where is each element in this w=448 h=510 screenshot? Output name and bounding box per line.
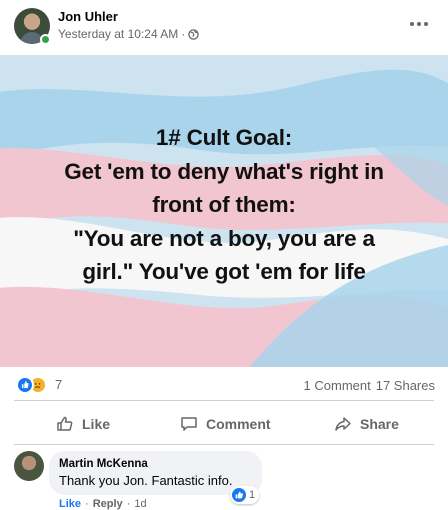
comments-count[interactable]: 1 Comment xyxy=(304,378,371,393)
comment-actions: Like · Reply · 1d xyxy=(59,498,147,510)
like-icon xyxy=(232,488,246,502)
image-text-line: Get 'em to deny what's right in xyxy=(64,158,384,184)
divider xyxy=(14,400,434,401)
like-icon xyxy=(16,376,34,394)
commenter-name[interactable]: Martin McKenna xyxy=(59,458,148,470)
image-text-line: 1# Cult Goal: xyxy=(155,125,293,150)
share-icon xyxy=(335,417,351,431)
thumbs-up-icon xyxy=(57,416,73,431)
post-header: Jon Uhler Yesterday at 10:24 AM · xyxy=(0,0,448,55)
more-options-button[interactable] xyxy=(404,14,434,34)
commenter-avatar[interactable] xyxy=(14,451,44,481)
post-image[interactable]: 1# Cult Goal: Get 'em to deny what's rig… xyxy=(0,55,448,367)
engagement-counts: 1 Comment 17 Shares xyxy=(304,378,435,393)
comment-icon xyxy=(181,417,197,431)
comment-separator: · xyxy=(126,498,131,510)
globe-icon xyxy=(188,28,200,40)
comment-separator: · xyxy=(85,498,89,510)
author-name[interactable]: Jon Uhler xyxy=(58,9,118,24)
comment-button[interactable]: Comment xyxy=(180,405,271,443)
share-button[interactable]: Share xyxy=(334,405,399,443)
reaction-count[interactable]: 7 xyxy=(55,377,62,392)
image-text-line: front of them: xyxy=(152,192,296,217)
like-button[interactable]: Like xyxy=(56,405,110,443)
image-text: 1# Cult Goal: Get 'em to deny what's rig… xyxy=(0,121,448,289)
reaction-summary[interactable] xyxy=(16,376,52,394)
comment-reaction-count: 1 xyxy=(249,489,256,501)
comment-reply-link[interactable]: Reply xyxy=(93,498,123,510)
more-icon xyxy=(410,22,414,26)
image-text-line: "You are not a boy, you are a xyxy=(73,225,375,251)
share-button-label: Share xyxy=(360,416,399,432)
shares-count[interactable]: 17 Shares xyxy=(376,378,435,393)
like-button-label: Like xyxy=(82,416,111,432)
post-stats: 7 1 Comment 17 Shares xyxy=(0,372,448,398)
post-actions: Like Comment Share xyxy=(0,405,448,443)
post-timestamp[interactable]: Yesterday at 10:24 AM xyxy=(58,27,178,41)
comment-bubble: Martin McKenna Thank you Jon. Fantastic … xyxy=(49,451,262,495)
comment-reactions[interactable]: 1 xyxy=(230,486,260,504)
meta-separator: · xyxy=(181,27,186,41)
post-meta: Yesterday at 10:24 AM · xyxy=(58,27,200,41)
comment-age[interactable]: 1d xyxy=(134,498,146,510)
divider xyxy=(14,444,434,445)
comment-button-label: Comment xyxy=(206,416,271,432)
online-status-indicator xyxy=(40,34,51,45)
image-text-line: girl." You've got 'em for life xyxy=(82,259,366,284)
comment-text: Thank you Jon. Fantastic info. xyxy=(59,473,233,488)
comment-like-link[interactable]: Like xyxy=(59,498,81,510)
